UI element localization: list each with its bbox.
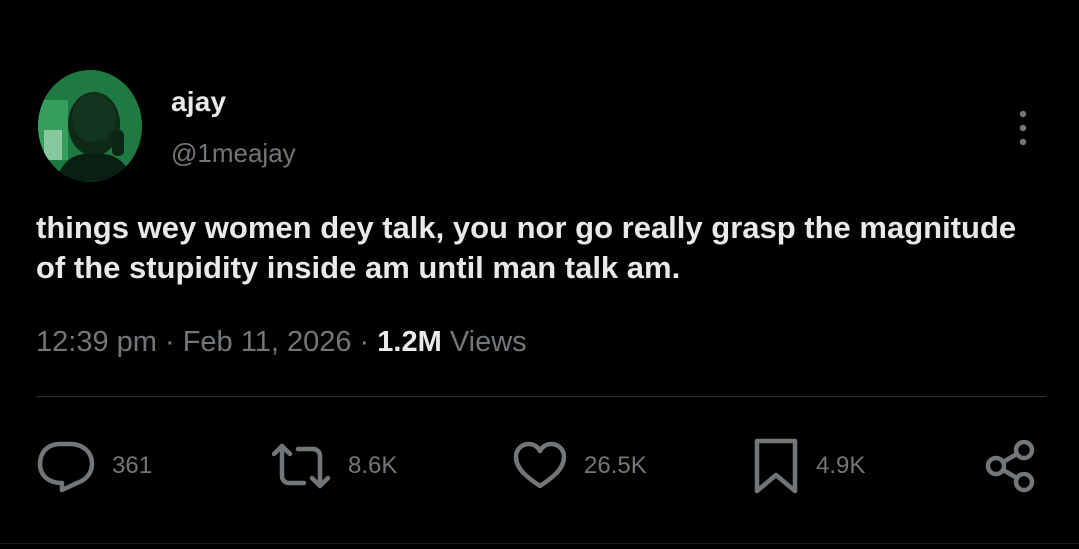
reply-count: 361 <box>112 452 153 479</box>
like-count: 26.5K <box>584 452 647 479</box>
user-handle[interactable]: @1meajay <box>171 138 296 169</box>
share-icon <box>985 439 1035 493</box>
display-name[interactable]: ajay <box>171 86 226 118</box>
divider <box>36 396 1046 397</box>
repost-icon <box>271 443 331 489</box>
more-options-button[interactable] <box>1010 106 1036 150</box>
reply-icon <box>37 441 95 493</box>
repost-button[interactable]: 8.6K <box>270 438 397 494</box>
avatar-image <box>38 70 142 182</box>
tweet-time[interactable]: 12:39 pm <box>36 326 157 358</box>
tweet-detail: ajay @1meajay things wey women dey talk,… <box>0 0 1079 549</box>
bottom-border <box>0 543 1079 544</box>
meta-separator: · <box>164 326 175 358</box>
reply-button[interactable]: 361 <box>36 438 152 494</box>
repost-count: 8.6K <box>348 452 398 479</box>
tweet-date[interactable]: Feb 11, 2026 <box>183 326 352 358</box>
heart-icon <box>513 441 567 489</box>
views-count: 1.2M <box>377 326 442 358</box>
share-button[interactable] <box>982 438 1040 494</box>
tweet-meta: 12:39 pm · Feb 11, 2026 · 1.2M Views <box>36 326 527 359</box>
avatar[interactable] <box>38 70 142 182</box>
more-vertical-icon <box>1019 110 1027 146</box>
bookmark-button[interactable]: 4.9K <box>752 438 865 494</box>
meta-separator: · <box>359 326 370 358</box>
bookmark-count: 4.9K <box>816 452 866 479</box>
tweet-text: things wey women dey talk, you nor go re… <box>36 210 1017 285</box>
like-button[interactable]: 26.5K <box>512 438 647 494</box>
views-label: Views <box>449 326 527 358</box>
bookmark-icon <box>754 438 798 494</box>
